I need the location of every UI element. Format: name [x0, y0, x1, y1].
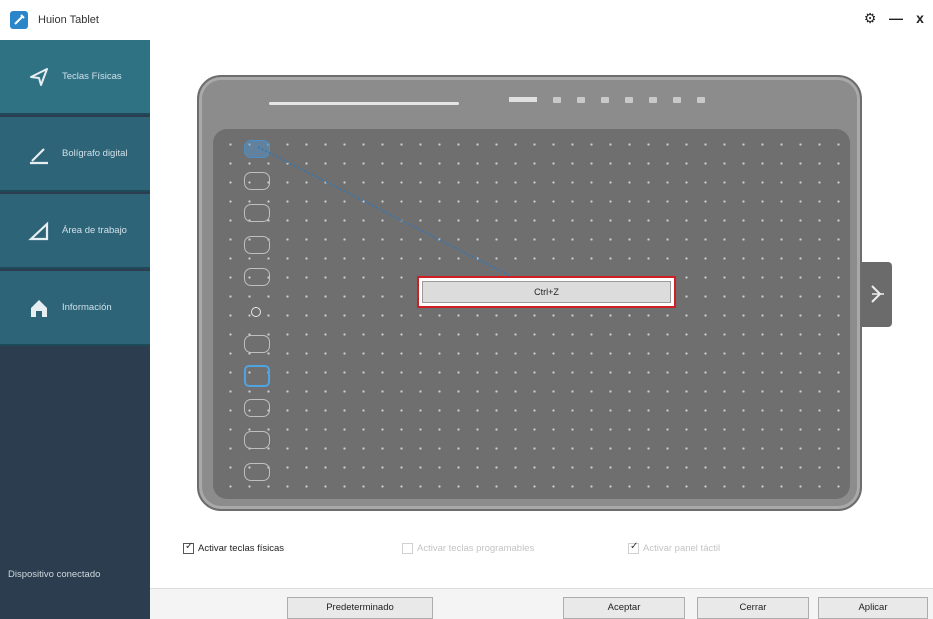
close-button[interactable]: x [910, 10, 930, 26]
tablet-tool-mark [625, 97, 633, 103]
tablet-tool-mark [553, 97, 561, 103]
triangle-area-icon [28, 220, 49, 240]
enable-programmable-checkbox[interactable] [402, 543, 413, 554]
express-key-2[interactable] [244, 172, 270, 190]
device-connected-status: Dispositivo conectado [8, 569, 101, 580]
enable-keys-checkbox[interactable] [183, 541, 194, 554]
express-key-4[interactable] [244, 236, 270, 254]
enable-programmable-label: Activar teclas programables [417, 543, 535, 554]
tablet-toolbar [509, 97, 705, 109]
enable-keys-label: Activar teclas físicas [198, 543, 285, 554]
accept-button[interactable]: Aceptar [563, 597, 685, 619]
express-key-6[interactable] [244, 335, 270, 353]
express-key-3[interactable] [244, 204, 270, 222]
tablet-side-panel-toggle[interactable] [862, 262, 892, 327]
express-key-1[interactable] [244, 140, 270, 158]
enable-programmable-option[interactable]: Activar teclas programables [402, 543, 534, 554]
enable-keys-option[interactable]: Activar teclas físicas [183, 541, 285, 554]
app-title: Huion Tablet [38, 14, 99, 26]
express-key-5[interactable] [244, 268, 270, 286]
express-key-9[interactable] [244, 431, 270, 449]
sidebar-item-boligrafo[interactable]: Bolígrafo digital [0, 117, 150, 192]
sidebar-item-teclas-fisicas[interactable]: Teclas Físicas [0, 40, 150, 115]
sidebar-item-area-trabajo[interactable]: Área de trabajo [0, 194, 150, 269]
bottom-action-bar [150, 588, 933, 619]
express-key-8[interactable] [244, 399, 270, 417]
close-dialog-button[interactable]: Cerrar [697, 597, 809, 619]
express-key-10[interactable] [244, 463, 270, 481]
app-logo-icon [10, 11, 28, 29]
minimize-button[interactable]: — [886, 10, 906, 26]
enable-touch-option[interactable]: Activar panel táctil [628, 541, 721, 554]
send-arrow-icon [30, 67, 48, 86]
side-arrow-icon [871, 285, 884, 303]
apply-button[interactable]: Aplicar [818, 597, 928, 619]
tablet-tool-mark [697, 97, 705, 103]
defaults-button[interactable]: Predeterminado [287, 597, 433, 619]
tablet-tool-mark [649, 97, 657, 103]
tablet-tool-mark [509, 97, 537, 102]
settings-icon[interactable]: ⚙ [860, 10, 880, 27]
home-icon [31, 299, 47, 317]
sidebar: Teclas Físicas Bolígrafo digital Área de… [0, 40, 150, 619]
tablet-work-area [213, 129, 850, 499]
tablet-tool-mark [577, 97, 585, 103]
tablet-tool-mark [673, 97, 681, 103]
key-assignment-highlight: Ctrl+Z [417, 276, 676, 308]
sidebar-item-label: Área de trabajo [62, 225, 127, 236]
sidebar-item-label: Bolígrafo digital [62, 148, 128, 159]
key-assignment-field[interactable]: Ctrl+Z [422, 281, 671, 303]
pen-icon [30, 147, 48, 164]
sidebar-item-informacion[interactable]: Información [0, 271, 150, 346]
enable-touch-checkbox[interactable] [628, 541, 639, 554]
tablet-tool-mark [601, 97, 609, 103]
title-bar: Huion Tablet ⚙ — x [0, 0, 933, 40]
enable-touch-label: Activar panel táctil [643, 543, 721, 554]
express-key-7[interactable] [244, 365, 270, 387]
express-ring-button[interactable] [251, 307, 261, 317]
sidebar-item-label: Teclas Físicas [62, 71, 122, 82]
tablet-indicator-bar [269, 102, 459, 105]
sidebar-item-label: Información [62, 302, 112, 313]
